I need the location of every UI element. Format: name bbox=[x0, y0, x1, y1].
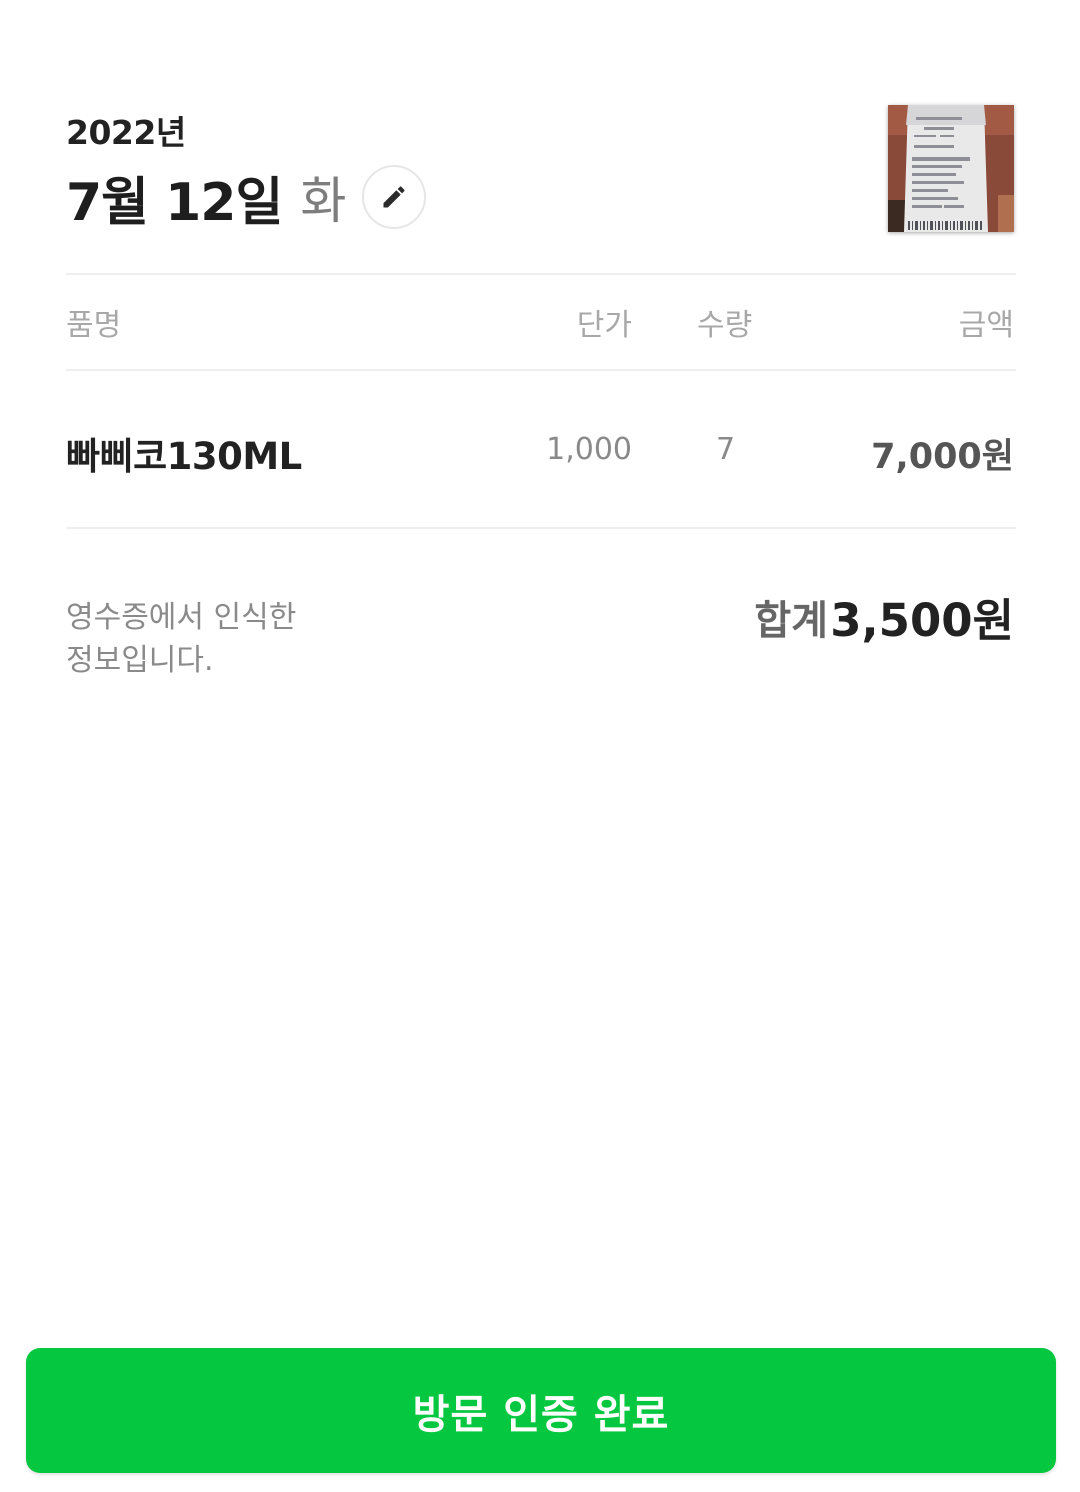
pencil-icon bbox=[383, 186, 405, 208]
ocr-note: 영수증에서 인식한 정보입니다. bbox=[66, 600, 297, 678]
table-header-divider bbox=[66, 369, 1016, 371]
total-value: 3,500원 bbox=[830, 594, 1014, 647]
date-row: 7월 12일 화 bbox=[66, 162, 427, 233]
date-label: 7월 12일 bbox=[66, 172, 283, 233]
column-header-unit-price: 단가 bbox=[576, 308, 632, 343]
header-divider bbox=[66, 273, 1016, 275]
column-header-name: 품명 bbox=[66, 308, 122, 343]
visit-complete-button-label: 방문 인증 완료 bbox=[412, 1391, 670, 1438]
receipt-photo-image bbox=[888, 105, 1014, 232]
total-label: 합계 bbox=[754, 598, 828, 644]
item-quantity: 7 bbox=[716, 432, 736, 467]
column-header-quantity: 수량 bbox=[697, 308, 753, 343]
receipt-thumbnail[interactable] bbox=[888, 105, 1014, 232]
item-name: 빠삐코130ML bbox=[66, 435, 302, 478]
table-footer-divider bbox=[66, 527, 1016, 529]
item-unit-price: 1,000 bbox=[546, 432, 632, 467]
weekday-label: 화 bbox=[300, 172, 347, 230]
column-header-amount: 금액 bbox=[958, 308, 1014, 343]
visit-complete-button[interactable]: 방문 인증 완료 bbox=[26, 1348, 1056, 1473]
year-label: 2022년 bbox=[66, 113, 186, 152]
item-amount: 7,000원 bbox=[871, 437, 1014, 477]
edit-date-button[interactable] bbox=[362, 165, 427, 229]
